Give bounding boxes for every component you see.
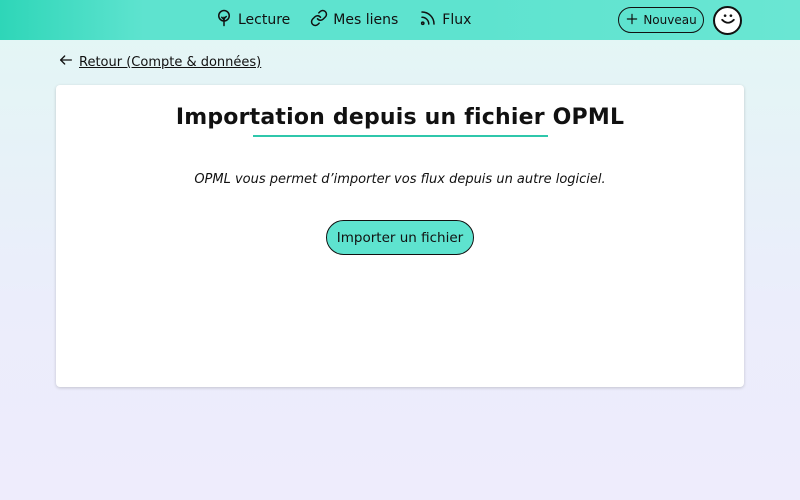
nav-item-mes-liens[interactable]: Mes liens (310, 9, 398, 31)
nav-item-lecture[interactable]: Lecture (215, 9, 290, 31)
nav-item-label: Flux (442, 12, 472, 28)
new-button[interactable]: Nouveau (618, 7, 704, 33)
nav-item-label: Mes liens (333, 12, 399, 28)
link-icon (310, 9, 328, 31)
page-title: Importation depuis un fichier OPML (175, 105, 625, 130)
plus-icon (625, 12, 643, 29)
title-underline (253, 135, 548, 137)
main-nav: Lecture Mes liens Flux (215, 0, 471, 40)
page-description: OPML vous permet d’importer vos flux dep… (194, 172, 606, 187)
top-navbar: Lecture Mes liens Flux Nouveau (0, 0, 800, 40)
avatar[interactable] (713, 6, 742, 35)
import-card: Importation depuis un fichier OPML OPML … (56, 85, 744, 387)
rss-icon (419, 9, 437, 31)
back-link-label: Retour (Compte & données) (79, 54, 262, 70)
nav-item-label: Lecture (238, 12, 291, 28)
import-file-button[interactable]: Importer un fichier (326, 220, 474, 255)
back-link[interactable]: Retour (Compte & données) (58, 52, 261, 72)
smiley-face-icon (718, 9, 738, 33)
tree-icon (215, 9, 233, 31)
nav-item-flux[interactable]: Flux (419, 9, 471, 31)
arrow-left-icon (58, 52, 79, 72)
new-button-label: Nouveau (643, 13, 697, 27)
